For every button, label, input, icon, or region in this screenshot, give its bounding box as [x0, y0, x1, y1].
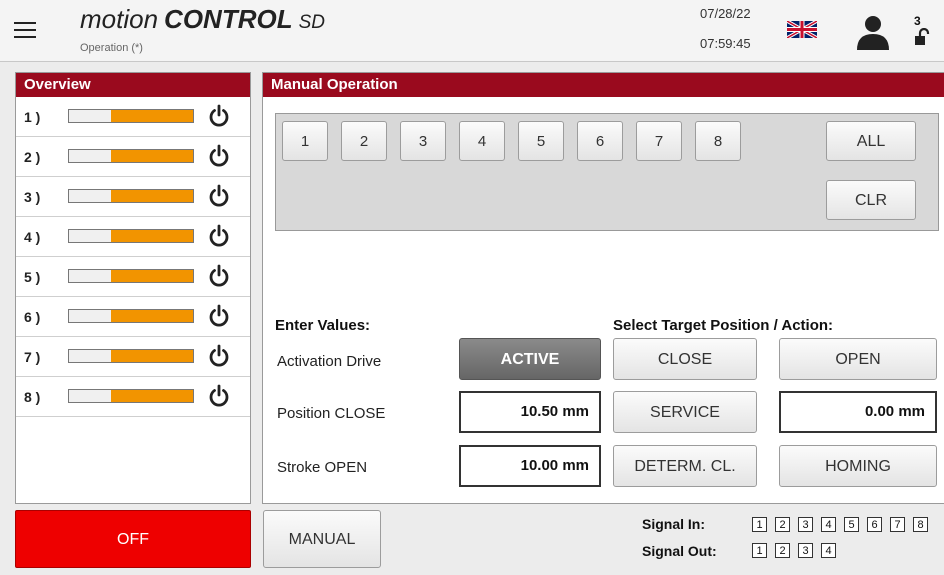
select-target-heading: Select Target Position / Action:	[613, 317, 834, 334]
overview-position-bar	[68, 349, 194, 363]
signal-in-box: 8	[913, 517, 928, 532]
signal-in-box: 4	[821, 517, 836, 532]
overview-row-label: 6 )	[24, 309, 41, 325]
off-button[interactable]: OFF	[15, 510, 251, 568]
brand-part2: CONTROL	[164, 4, 293, 34]
brand-logo: motion CONTROL SD	[80, 4, 325, 40]
overview-bar-fill	[111, 190, 193, 202]
overview-row-label: 2 )	[24, 149, 41, 165]
signal-in-box: 3	[798, 517, 813, 532]
signal-in-box: 1	[752, 517, 767, 532]
close-button[interactable]: CLOSE	[613, 338, 757, 380]
axis-select-box: 12345678 ALL CLR	[275, 113, 939, 231]
determ-close-button[interactable]: DETERM. CL.	[613, 445, 757, 487]
activation-drive-label: Activation Drive	[277, 353, 382, 370]
axis-button-3[interactable]: 3	[400, 121, 446, 161]
overview-row: 3 )	[16, 177, 250, 217]
overview-position-bar	[68, 309, 194, 323]
overview-row: 4 )	[16, 217, 250, 257]
axis-button-1[interactable]: 1	[282, 121, 328, 161]
overview-bar-fill	[111, 230, 193, 242]
overview-bar-fill	[111, 350, 193, 362]
overview-row-label: 1 )	[24, 109, 41, 125]
overview-row: 1 )	[16, 97, 250, 137]
overview-position-bar	[68, 109, 194, 123]
clr-button[interactable]: CLR	[826, 180, 916, 220]
overview-position-bar	[68, 229, 194, 243]
overview-bar-fill	[111, 390, 193, 402]
manual-operation-panel: Manual Operation 12345678 ALL CLR Enter …	[262, 72, 944, 504]
power-icon[interactable]	[206, 303, 232, 329]
signal-in-box: 2	[775, 517, 790, 532]
axis-button-8[interactable]: 8	[695, 121, 741, 161]
manual-operation-title: Manual Operation	[263, 73, 944, 97]
axis-button-2[interactable]: 2	[341, 121, 387, 161]
signal-out-box: 2	[775, 543, 790, 558]
stroke-open-label: Stroke OPEN	[277, 459, 368, 476]
overview-bar-fill	[111, 270, 193, 282]
power-icon[interactable]	[206, 263, 232, 289]
service-position-input[interactable]: 0.00 mm	[779, 391, 937, 433]
user-level: 3	[914, 14, 921, 28]
overview-row-label: 3 )	[24, 189, 41, 205]
overview-bar-fill	[111, 150, 193, 162]
overview-position-bar	[68, 189, 194, 203]
position-close-input[interactable]: 10.50 mm	[459, 391, 601, 433]
stroke-open-input[interactable]: 10.00 mm	[459, 445, 601, 487]
time-display: 07:59:45	[700, 36, 751, 51]
signal-out-box: 1	[752, 543, 767, 558]
overview-row-label: 7 )	[24, 349, 41, 365]
power-icon[interactable]	[206, 223, 232, 249]
page-subtitle: Operation (*)	[80, 42, 143, 54]
brand-part3: SD	[298, 12, 325, 33]
active-button[interactable]: ACTIVE	[459, 338, 601, 380]
open-button[interactable]: OPEN	[779, 338, 937, 380]
menu-icon[interactable]	[14, 22, 36, 38]
signal-in-label: Signal In:	[642, 516, 705, 532]
unlock-icon[interactable]	[914, 28, 930, 46]
enter-values-heading: Enter Values:	[275, 317, 371, 334]
signal-in-box: 7	[890, 517, 905, 532]
overview-bar-fill	[111, 110, 193, 122]
power-icon[interactable]	[206, 103, 232, 129]
axis-button-6[interactable]: 6	[577, 121, 623, 161]
axis-button-4[interactable]: 4	[459, 121, 505, 161]
overview-bar-fill	[111, 310, 193, 322]
overview-panel: Overview 1 ) 2 ) 3 ) 4 ) 5 ) 6 ) 7 ) 8 )	[15, 72, 251, 504]
brand-part1: motion	[80, 4, 159, 34]
overview-row-label: 8 )	[24, 389, 41, 405]
position-close-label: Position CLOSE	[277, 405, 386, 422]
power-icon[interactable]	[206, 343, 232, 369]
signal-in-box: 5	[844, 517, 859, 532]
signal-in-box: 6	[867, 517, 882, 532]
axis-button-5[interactable]: 5	[518, 121, 564, 161]
overview-row: 5 )	[16, 257, 250, 297]
overview-row: 7 )	[16, 337, 250, 377]
all-button[interactable]: ALL	[826, 121, 916, 161]
overview-row: 6 )	[16, 297, 250, 337]
overview-row: 8 )	[16, 377, 250, 417]
overview-position-bar	[68, 389, 194, 403]
header-bar: motion CONTROL SD Operation (*) 07/28/22 0…	[0, 0, 944, 62]
date-display: 07/28/22	[700, 6, 751, 21]
uk-flag-icon[interactable]	[787, 21, 817, 38]
axis-button-7[interactable]: 7	[636, 121, 682, 161]
overview-position-bar	[68, 269, 194, 283]
overview-title: Overview	[16, 73, 250, 97]
signal-out-label: Signal Out:	[642, 543, 717, 559]
overview-row: 2 )	[16, 137, 250, 177]
power-icon[interactable]	[206, 183, 232, 209]
overview-row-label: 4 )	[24, 229, 41, 245]
signal-out-box: 4	[821, 543, 836, 558]
homing-button[interactable]: HOMING	[779, 445, 937, 487]
service-button[interactable]: SERVICE	[613, 391, 757, 433]
signal-out-box: 3	[798, 543, 813, 558]
overview-row-label: 5 )	[24, 269, 41, 285]
power-icon[interactable]	[206, 383, 232, 409]
manual-mode-button[interactable]: MANUAL	[263, 510, 381, 568]
overview-position-bar	[68, 149, 194, 163]
user-icon[interactable]	[855, 14, 891, 50]
power-icon[interactable]	[206, 143, 232, 169]
